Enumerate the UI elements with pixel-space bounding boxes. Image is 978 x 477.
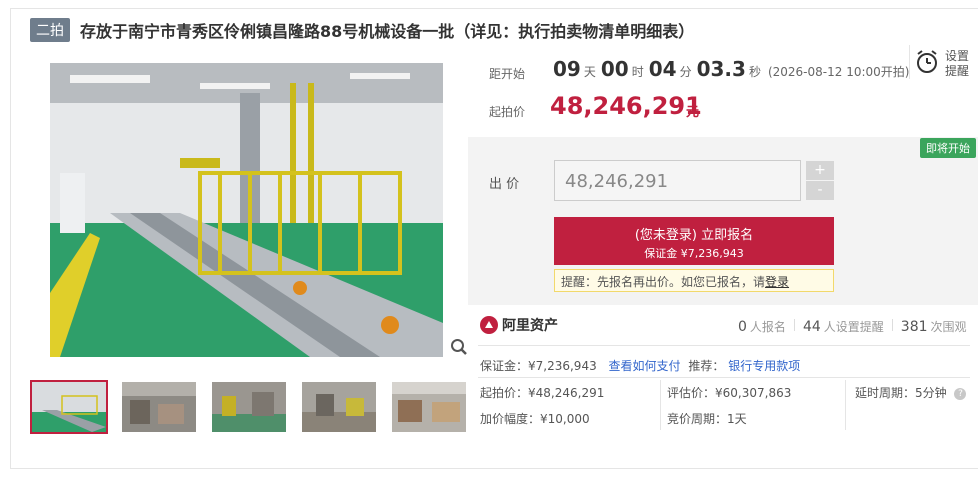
thumbnail-strip: [30, 380, 480, 434]
countdown-label: 距开始: [489, 67, 526, 81]
stats-divider: [891, 319, 893, 331]
help-icon[interactable]: ?: [954, 387, 967, 400]
stats-divider: [793, 319, 795, 331]
increment-info: 加价幅度：¥10,000: [480, 412, 590, 426]
starting-price-value: 48,246,291: [550, 92, 702, 120]
view-count: 381: [900, 319, 928, 335]
reminder-label-2: 提醒: [945, 64, 970, 78]
how-to-pay-link[interactable]: 查看如何支付: [609, 359, 681, 373]
bank-fund-link[interactable]: 银行专用款项: [728, 359, 800, 373]
title-row: 二拍 存放于南宁市青秀区伶俐镇昌隆路88号机械设备一批（详见：执行拍卖物清单明细…: [30, 18, 694, 42]
appraisal-info: 评估价：¥60,307,863: [667, 386, 792, 400]
reminder-divider: [909, 45, 910, 79]
main-product-image[interactable]: [50, 63, 443, 357]
signup-count: 0: [738, 319, 747, 335]
countdown-minutes: 04: [648, 57, 677, 81]
ali-assets-brand[interactable]: 阿里资产: [480, 315, 558, 335]
countdown-days-unit: 天: [583, 65, 596, 79]
ali-assets-logo-icon: [480, 316, 498, 334]
countdown-timer: 09 天 00 时 04 分 03.3 秒 (2026-08-12 10:00开…: [553, 57, 909, 81]
brand-name: 阿里资产: [502, 318, 558, 334]
thumbnail-2[interactable]: [120, 380, 198, 434]
auction-stats: 0 人报名 44 人设置提醒 381 次围观: [738, 318, 967, 335]
signup-count-label: 人报名: [749, 320, 786, 334]
increase-bid-button[interactable]: +: [806, 161, 834, 180]
notice-text: 提醒：先报名再出价。如您已报名，请: [561, 275, 766, 289]
countdown-days: 09: [553, 57, 581, 81]
deposit-row: 保证金：¥7,236,943 查看如何支付 推荐： 银行专用款项: [480, 357, 800, 374]
reminder-count: 44: [802, 319, 821, 335]
login-notice: 提醒：先报名再出价。如您已报名，请登录: [554, 269, 834, 292]
decrease-bid-button[interactable]: -: [806, 181, 834, 200]
status-badge: 即将开始: [920, 138, 976, 158]
divider: [478, 345, 970, 346]
bidding-cycle-info: 竞价周期：1天: [667, 412, 747, 426]
delay-period-row: 延时周期：5分钟 ?: [855, 384, 967, 401]
column-divider: [845, 380, 846, 430]
thumbnail-1[interactable]: [30, 380, 108, 434]
divider: [478, 377, 970, 378]
view-count-label: 次围观: [930, 320, 967, 334]
delay-period-info: 延时周期：5分钟: [855, 386, 947, 400]
reminder-label-1: 设置: [945, 49, 970, 63]
starting-price-label: 起拍价: [489, 105, 526, 119]
signup-deposit-label: 保证金 ¥7,236,943: [644, 247, 744, 260]
bid-label: 出 价: [489, 177, 520, 192]
countdown-hours: 00: [600, 57, 629, 81]
column-divider: [660, 380, 661, 430]
countdown-seconds: 03.3: [696, 57, 746, 81]
deposit-info: 保证金：¥7,236,943: [480, 359, 597, 373]
alarm-clock-icon[interactable]: [914, 49, 940, 75]
login-link[interactable]: 登录: [765, 275, 789, 289]
auction-round-badge: 二拍: [30, 18, 70, 42]
start-price-info: 起拍价：¥48,246,291: [480, 386, 605, 400]
thumbnail-5[interactable]: [390, 380, 468, 434]
bid-amount-input[interactable]: 48,246,291: [554, 160, 801, 201]
zoom-icon[interactable]: [450, 338, 468, 356]
countdown-seconds-unit: 秒: [748, 65, 761, 79]
starting-price-unit: 元: [686, 105, 700, 120]
signup-button-label: (您未登录) 立即报名: [634, 228, 754, 243]
thumbnail-3[interactable]: [210, 380, 288, 434]
set-reminder-button[interactable]: 设置 提醒: [945, 49, 975, 79]
thumbnail-4[interactable]: [300, 380, 378, 434]
reminder-count-label: 人设置提醒: [823, 320, 884, 334]
countdown-hours-unit: 时: [631, 65, 644, 79]
start-time: (2026-08-12 10:00开拍): [767, 65, 910, 79]
signup-button[interactable]: (您未登录) 立即报名 保证金 ¥7,236,943: [554, 217, 834, 265]
countdown-minutes-unit: 分: [679, 65, 692, 79]
recommend-label: 推荐：: [688, 359, 725, 373]
page-title: 存放于南宁市青秀区伶俐镇昌隆路88号机械设备一批（详见：执行拍卖物清单明细表）: [80, 22, 695, 41]
